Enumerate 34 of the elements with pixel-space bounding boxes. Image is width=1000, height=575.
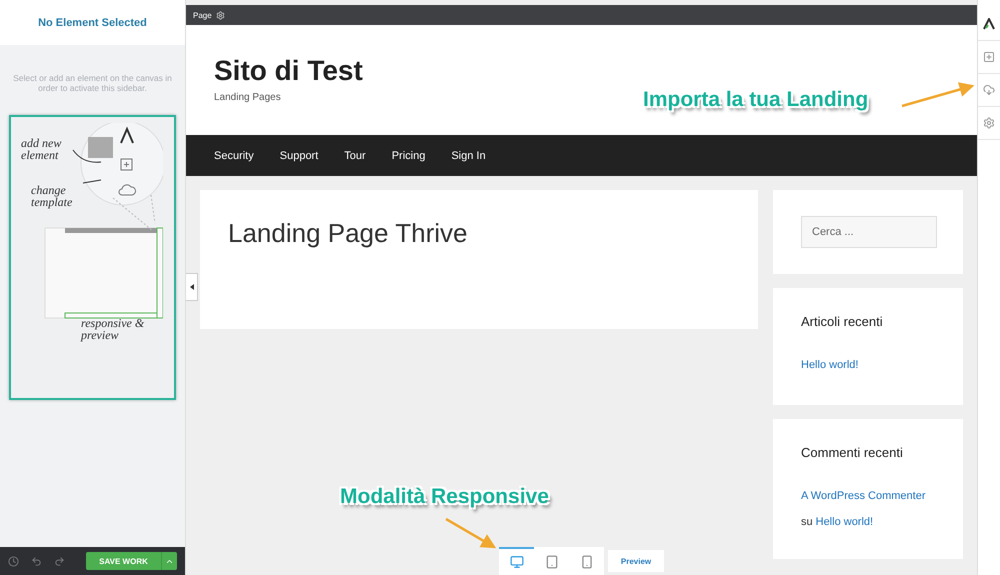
history-icon[interactable] bbox=[8, 556, 19, 566]
desktop-icon bbox=[510, 555, 524, 569]
undo-icon[interactable] bbox=[31, 556, 42, 566]
search-field[interactable]: Cerca ... bbox=[801, 216, 937, 248]
breadcrumb-label[interactable]: Page bbox=[193, 10, 212, 20]
nav-link[interactable]: Pricing bbox=[392, 150, 426, 162]
handwritten-label: add new element bbox=[21, 137, 62, 162]
site-tagline: Landing Pages bbox=[214, 92, 281, 103]
handwritten-label: responsive & preview bbox=[81, 317, 146, 342]
widget-title: Articoli recenti bbox=[801, 314, 884, 329]
tablet-icon bbox=[544, 555, 558, 569]
sidebar-hint: Select or add an element on the canvas in order to activate this sidebar. bbox=[12, 72, 173, 94]
preview-button[interactable]: Preview bbox=[608, 550, 664, 572]
widget-title: Commenti recenti bbox=[801, 445, 904, 460]
nav-link[interactable]: Security bbox=[214, 150, 254, 162]
handwritten-label: change template bbox=[31, 184, 74, 208]
sidebar-title: No Element Selected bbox=[38, 16, 147, 28]
phone-icon bbox=[580, 555, 594, 569]
site-title: Sito di Test bbox=[214, 55, 364, 87]
settings-icon[interactable] bbox=[216, 10, 225, 20]
comment-author-link[interactable]: A WordPress Commenter bbox=[801, 488, 926, 506]
post-link[interactable]: Hello world! bbox=[801, 357, 858, 375]
nav-link[interactable]: Support bbox=[280, 150, 318, 162]
redo-icon[interactable] bbox=[54, 556, 65, 566]
post-link[interactable]: Hello world! bbox=[816, 514, 874, 532]
comment-connector: su bbox=[801, 516, 813, 528]
annotation-caption: Importa la tua Landing bbox=[643, 88, 868, 112]
save-options-button[interactable] bbox=[161, 552, 177, 570]
nav-link[interactable]: Tour bbox=[344, 150, 366, 162]
collapse-sidebar-button[interactable] bbox=[186, 273, 198, 301]
caret-icon bbox=[190, 284, 194, 290]
nav-link[interactable]: Sign In bbox=[451, 150, 486, 162]
page-heading: Landing Page Thrive bbox=[228, 218, 468, 249]
annotation-caption: Modalità Responsive bbox=[340, 485, 549, 509]
